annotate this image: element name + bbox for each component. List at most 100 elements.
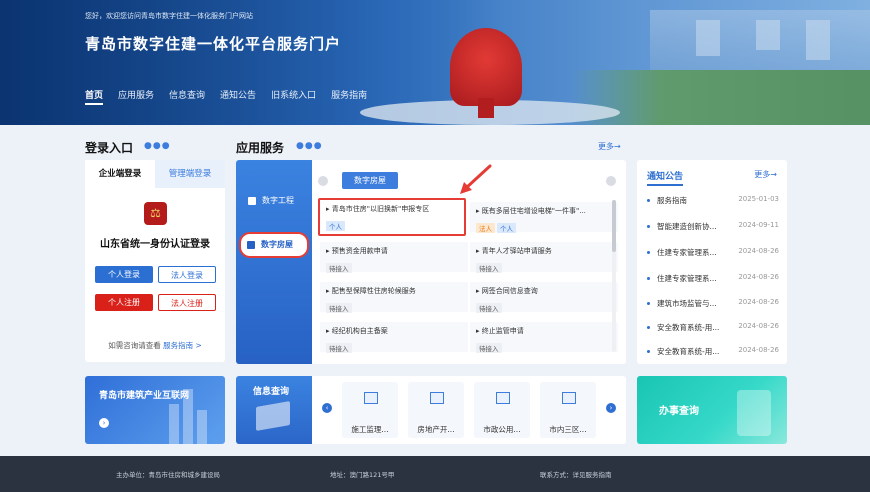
info-tile[interactable]: 市内三区... [540,382,596,438]
engineering-icon [248,197,256,205]
tower-graphic [169,404,179,444]
cards-scrollbar[interactable] [612,200,616,352]
login-help: 如需咨询请查看 服务指南 > [85,340,225,351]
tag-personal: 个人 [326,221,345,231]
tag-personal: 个人 [497,223,516,233]
carousel-next-dot[interactable] [606,176,616,186]
building [806,20,830,60]
building [756,20,780,50]
nav-notices[interactable]: 通知公告 [220,88,256,101]
notice-more-link[interactable]: 更多→ [754,169,777,180]
personal-login-button[interactable]: 个人登录 [95,266,153,283]
notice-title: 通知公告 [647,169,684,186]
corporate-register-button[interactable]: 法人注册 [158,294,216,311]
nav-old-system[interactable]: 旧系统入口 [271,88,316,101]
construction-internet-banner[interactable]: 青岛市建筑产业互联网 › [85,376,225,444]
park-lawn [570,70,870,125]
card-title: ▸ 既有多层住宅增设电梯"一件事"... [476,207,586,215]
info-query-header: 信息查询 [236,376,312,444]
nav-home[interactable]: 首页 [85,88,104,105]
tab-admin-login[interactable]: 管理端登录 [155,160,225,188]
nav-info-query[interactable]: 信息查询 [169,88,205,101]
service-card[interactable]: ▸ 青年人才驿站申请服务 待接入 [470,242,618,273]
notice-item[interactable]: 智能建造创新协... 2024-09-11 [647,221,779,233]
building [696,20,720,56]
footer-host: 主办单位：青岛市住房和城乡建设局 [116,471,220,479]
scrollbar-thumb[interactable] [612,200,616,252]
apps-section-title: 应用服务 [236,141,285,155]
service-card[interactable]: ▸ 经纪机构自主备案 待接入 [320,322,468,353]
service-card[interactable]: ▸ 终止监管申请 待接入 [470,322,618,353]
carousel-prev-dot[interactable] [318,176,328,186]
document-icon [562,392,576,404]
main-nav: 首页 应用服务 信息查询 通知公告 旧系统入口 服务指南 [85,88,382,105]
affairs-query-banner[interactable]: 办事查询 [637,376,787,444]
side-label: 数字工程 [262,196,294,205]
apps-sidebar: 数字工程 数字房屋 [236,160,312,364]
card-title: ▸ 网签合同信息查询 [476,287,538,295]
login-title: 山东省统一身份认证登录 [100,239,210,250]
title-dots: ●●● [296,141,323,151]
apps-more-link[interactable]: 更多→ [598,141,621,152]
service-card[interactable]: ▸ 预售资金用款申请 待接入 [320,242,468,273]
notice-item[interactable]: 建筑市场监管与... 2024-08-26 [647,298,779,310]
info-query-title: 信息查询 [253,387,290,397]
card-title: ▸ 青年人才驿站申请服务 [476,247,552,255]
notice-item[interactable]: 安全教育系统-用... 2024-08-26 [647,322,779,334]
info-tile[interactable]: 施工监理... [342,382,398,438]
personal-register-button[interactable]: 个人注册 [95,294,153,311]
notice-item[interactable]: 住建专家管理系... 2024-08-26 [647,247,779,259]
info-illustration [256,401,290,431]
tower-graphic [197,410,207,444]
apps-panel: 数字工程 数字房屋 数字房屋 ▸ 青岛市住房"以旧换新"申报专区 个人 ▸ 既有… [236,160,626,364]
nav-app-services[interactable]: 应用服务 [118,88,154,101]
service-guide-link[interactable]: 服务指南 > [163,341,202,350]
card-title: ▸ 配售型保障性住房轮候服务 [326,287,416,295]
side-label: 数字房屋 [261,240,293,249]
service-card[interactable]: ▸ 既有多层住宅增设电梯"一件事"... 法人 个人 [470,202,618,233]
banner-arrow-icon[interactable]: › [99,418,109,428]
tag-pending: 待接入 [326,303,352,313]
tag-pending: 待接入 [476,303,502,313]
may-fourth-sculpture [450,28,522,118]
login-section-title: 登录入口 [85,141,134,155]
shandong-emblem-icon: ⚖ [144,202,167,225]
info-tile[interactable]: 房地产开... [408,382,464,438]
footer-address: 地址：澳门路121号甲 [330,471,395,479]
corporate-login-button[interactable]: 法人登录 [158,266,216,283]
service-card[interactable]: ▸ 青岛市住房"以旧换新"申报专区 个人 [318,198,466,236]
footer: 主办单位：青岛市住房和城乡建设局 地址：澳门路121号甲 联系方式：详见服务指南 [0,456,870,492]
document-icon [364,392,378,404]
card-title: ▸ 经纪机构自主备案 [326,327,388,335]
side-digital-housing[interactable]: 数字房屋 [239,232,309,258]
document-icon [430,392,444,404]
card-title: ▸ 青岛市住房"以旧换新"申报专区 [326,205,430,213]
info-tile[interactable]: 市政公用... [474,382,530,438]
tag-pending: 待接入 [476,343,502,353]
housing-icon [247,241,255,249]
notice-panel: 通知公告 更多→ 服务指南 2025-01-03 智能建造创新协... 2024-0… [637,160,787,364]
tab-enterprise-login[interactable]: 企业端登录 [85,160,155,188]
service-card[interactable]: ▸ 网签合同信息查询 待接入 [470,282,618,313]
banner-title: 办事查询 [659,406,699,417]
tag-corporate: 法人 [476,223,495,233]
sub-tab-digital-housing[interactable]: 数字房屋 [342,172,398,189]
welcome-text: 您好，欢迎您访问青岛市数字住建一体化服务门户网站 [85,12,253,20]
side-digital-engineering[interactable]: 数字工程 [242,190,308,212]
notice-item[interactable]: 安全教育系统-用... 2024-08-26 [647,346,779,358]
site-title: 青岛市数字住建一体化平台服务门户 [85,35,342,53]
card-title: ▸ 预售资金用款申请 [326,247,388,255]
info-next-button[interactable]: › [606,403,616,413]
info-query-panel: 信息查询 ‹ 施工监理... 房地产开... 市政公用... 市内三区... › [236,376,626,444]
notice-item[interactable]: 服务指南 2025-01-03 [647,195,779,207]
card-title: ▸ 终止监管申请 [476,327,524,335]
info-prev-button[interactable]: ‹ [322,403,332,413]
service-card[interactable]: ▸ 配售型保障性住房轮候服务 待接入 [320,282,468,313]
login-help-text: 如需咨询请查看 [108,341,161,350]
document-icon [496,392,510,404]
notice-item[interactable]: 住建专家管理系... 2024-08-26 [647,273,779,285]
tag-pending: 待接入 [476,263,502,273]
title-dots: ●●● [144,141,171,151]
footer-contact: 联系方式：详见服务指南 [540,471,612,479]
nav-service-guide[interactable]: 服务指南 [331,88,367,101]
